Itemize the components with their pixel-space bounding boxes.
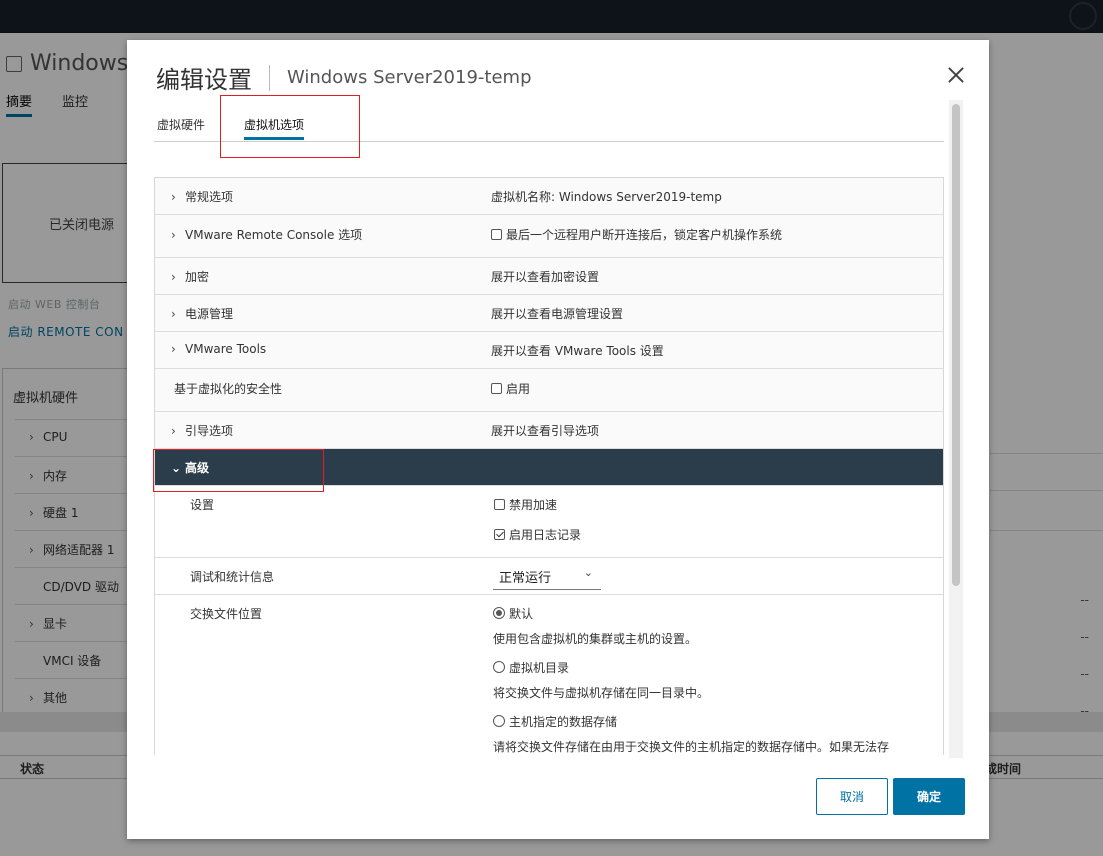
edit-settings-dialog: 编辑设置 Windows Server2019-temp 虚拟硬件 虚拟机选项 …: [127, 40, 989, 839]
radio-description: 请将交换文件存储在由用于交换文件的主机指定的数据存储中。如果无法存: [493, 740, 890, 754]
row-value: 展开以查看加密设置: [491, 270, 600, 284]
chevron-right-icon: ›: [171, 270, 176, 284]
radio-label: 主机指定的数据存储: [509, 715, 618, 729]
row-boot-options[interactable]: › 引导选项 展开以查看引导选项: [155, 412, 943, 449]
scrollbar-thumb[interactable]: [952, 104, 960, 586]
row-value: 展开以查看 VMware Tools 设置: [491, 344, 664, 358]
chevron-right-icon: ›: [171, 424, 176, 438]
row-label: VMware Tools: [185, 342, 267, 356]
cancel-button[interactable]: 取消: [816, 778, 888, 815]
row-label: 加密: [185, 270, 210, 284]
swap-host-datastore-radio[interactable]: [493, 715, 505, 727]
row-label: 基于虚拟化的安全性: [174, 382, 283, 396]
row-label: 常规选项: [185, 190, 234, 204]
divider: [269, 64, 270, 91]
debug-stats-select[interactable]: 正常运行 ⌄: [493, 566, 601, 590]
tab-vm-options[interactable]: 虚拟机选项: [244, 116, 305, 140]
vm-options-list: › 常规选项 虚拟机名称: Windows Server2019-temp › VM…: [154, 177, 944, 755]
row-label: VMware Remote Console 选项: [185, 228, 363, 242]
swap-vm-directory-radio[interactable]: [493, 661, 505, 673]
row-value: 展开以查看电源管理设置: [491, 307, 624, 321]
chevron-down-icon: ⌄: [583, 566, 593, 579]
dialog-header: 编辑设置 Windows Server2019-temp: [156, 60, 532, 95]
row-value: 虚拟机名称: Windows Server2019-temp: [491, 190, 722, 204]
tab-virtual-hardware[interactable]: 虚拟硬件: [157, 116, 205, 140]
chevron-right-icon: ›: [171, 228, 176, 242]
ok-button[interactable]: 确定: [893, 778, 965, 815]
checkbox-label: 启用: [506, 382, 531, 396]
dialog-subtitle: Windows Server2019-temp: [287, 67, 532, 88]
row-label: 引导选项: [185, 424, 234, 438]
dialog-title: 编辑设置: [156, 66, 252, 94]
row-encryption[interactable]: › 加密 展开以查看加密设置: [155, 258, 943, 295]
row-power-management[interactable]: › 电源管理 展开以查看电源管理设置: [155, 295, 943, 332]
lock-guest-checkbox[interactable]: [491, 229, 502, 240]
row-label: 电源管理: [185, 307, 234, 321]
close-icon[interactable]: [945, 64, 967, 86]
row-advanced-settings: 设置 禁用加速 启用日志记录: [155, 486, 943, 558]
chevron-down-icon: ⌄: [171, 461, 182, 475]
chevron-right-icon: ›: [171, 190, 176, 204]
chevron-right-icon: ›: [171, 342, 176, 356]
swap-default-radio[interactable]: [493, 607, 505, 619]
chevron-right-icon: ›: [171, 307, 176, 321]
row-vbs: 基于虚拟化的安全性 启用: [155, 369, 943, 412]
radio-label: 默认: [509, 607, 534, 621]
row-vmware-tools[interactable]: › VMware Tools 展开以查看 VMware Tools 设置: [155, 332, 943, 369]
radio-description: 使用包含虚拟机的集群或主机的设置。: [493, 632, 698, 646]
row-label: 交换文件位置: [190, 607, 263, 621]
row-vmrc-options[interactable]: › VMware Remote Console 选项 最后一个远程用户断开连接后，…: [155, 215, 943, 258]
disable-acceleration-checkbox[interactable]: [494, 499, 505, 510]
checkbox-label: 最后一个远程用户断开连接后，锁定客户机操作系统: [506, 228, 783, 242]
vbs-enable-checkbox[interactable]: [491, 383, 502, 394]
row-label: 调试和统计信息: [190, 570, 275, 584]
row-label: 高级: [185, 461, 210, 475]
dialog-tabs: 虚拟硬件 虚拟机选项: [154, 110, 944, 142]
checkbox-label: 启用日志记录: [509, 528, 582, 542]
checkbox-label: 禁用加速: [509, 498, 558, 512]
radio-label: 虚拟机目录: [509, 661, 570, 675]
dialog-scrollbar[interactable]: [949, 100, 963, 758]
row-swap-file-location: 交换文件位置 默认 使用包含虚拟机的集群或主机的设置。 虚拟机目录 将交换文件与…: [155, 595, 943, 755]
row-label: 设置: [190, 498, 215, 512]
enable-logging-checkbox[interactable]: [494, 529, 505, 540]
row-debug-stats: 调试和统计信息 正常运行 ⌄: [155, 558, 943, 595]
select-value: 正常运行: [499, 571, 552, 586]
radio-description: 将交换文件与虚拟机存储在同一目录中。: [493, 686, 710, 700]
row-advanced[interactable]: ⌄ 高级: [155, 449, 943, 486]
row-general-options[interactable]: › 常规选项 虚拟机名称: Windows Server2019-temp: [155, 178, 943, 215]
row-value: 展开以查看引导选项: [491, 424, 600, 438]
